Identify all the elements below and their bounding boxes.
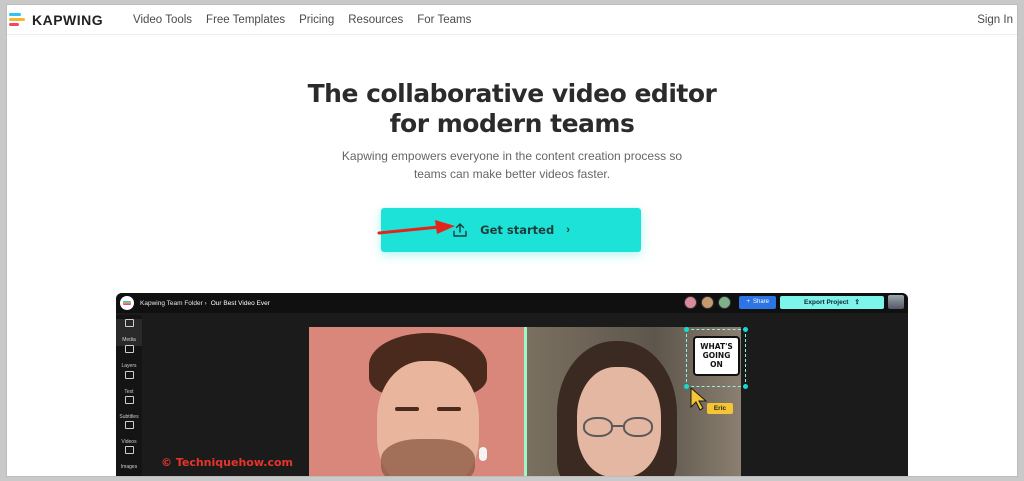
kapwing-logo-icon (9, 12, 27, 27)
nav-link-for-teams[interactable]: For Teams (417, 14, 471, 26)
nav-link-free-templates[interactable]: Free Templates (206, 14, 285, 26)
text-icon (124, 371, 134, 379)
share-label: Share (752, 299, 769, 305)
user-thumbnail[interactable] (888, 295, 904, 309)
collaborator-cursor-label: Eric (707, 403, 733, 414)
nav-link-video-tools[interactable]: Video Tools (133, 14, 192, 26)
editor-actions: + Share Export Project ⇪ (680, 295, 904, 309)
images-icon (124, 446, 134, 454)
browser-frame: KAPWING Video Tools Free Templates Prici… (6, 4, 1018, 477)
export-label: Export Project (804, 298, 849, 306)
layers-icon (124, 345, 134, 353)
red-arrow-icon (377, 220, 455, 235)
hero-subtitle: Kapwing empowers everyone in the content… (7, 147, 1017, 183)
resize-handle[interactable] (743, 327, 748, 332)
resize-handle[interactable] (684, 384, 689, 389)
media-icon (124, 319, 134, 327)
pointer-cursor-icon (690, 387, 708, 411)
editor-sidebar: Media Layers Text Subtitles Videos Image… (116, 315, 142, 476)
hero-subtitle-line2: teams can make better videos faster. (413, 167, 611, 181)
hero-title: The collaborative video editor for moder… (7, 79, 1017, 139)
add-user-icon: + (746, 299, 750, 305)
earbud (479, 447, 487, 461)
export-icon: ⇪ (854, 299, 860, 306)
glasses (583, 417, 657, 437)
share-button[interactable]: + Share (739, 295, 776, 309)
subtitles-icon (124, 396, 134, 404)
sidebar-item-layers[interactable]: Layers (116, 345, 142, 372)
sign-in-link[interactable]: Sign In (977, 14, 1013, 26)
speech-bubble-sticker: WHAT'S GOING ON (693, 336, 740, 376)
text-sticker-selection[interactable]: WHAT'S GOING ON (684, 327, 748, 389)
editor-preview: Kapwing Team Folder › Our Best Video Eve… (116, 293, 908, 476)
sidebar-item-subtitles[interactable]: Subtitles (116, 396, 142, 423)
editor-top-bar: Kapwing Team Folder › Our Best Video Eve… (116, 293, 908, 313)
resize-handle[interactable] (743, 384, 748, 389)
videos-icon (124, 421, 134, 429)
watermark-text: © Techniquehow.com (161, 456, 294, 469)
video-clip-left[interactable] (309, 327, 525, 476)
export-project-button[interactable]: Export Project ⇪ (780, 295, 884, 309)
sidebar-item-images[interactable]: Images (116, 446, 142, 473)
get-started-label: Get started (480, 223, 555, 237)
top-navigation: KAPWING Video Tools Free Templates Prici… (7, 5, 1017, 35)
team-logo-icon (120, 296, 134, 310)
hero-title-line1: The collaborative video editor (307, 79, 717, 108)
nav-link-resources[interactable]: Resources (348, 14, 403, 26)
sidebar-item-text[interactable]: Text (116, 371, 142, 398)
kapwing-logo[interactable]: KAPWING (9, 12, 119, 28)
sidebar-item-videos[interactable]: Videos (116, 421, 142, 448)
collaborator-avatar (684, 295, 698, 309)
sidebar-item-media[interactable]: Media (116, 319, 142, 346)
breadcrumb-project: Our Best Video Ever (210, 299, 270, 307)
chevron-right-icon: › (566, 224, 570, 236)
collaborator-avatar (718, 295, 732, 309)
hero-subtitle-line1: Kapwing empowers everyone in the content… (341, 149, 683, 163)
nav-links: Video Tools Free Templates Pricing Resou… (133, 14, 485, 26)
resize-handle[interactable] (684, 327, 689, 332)
nav-link-pricing[interactable]: Pricing (299, 14, 334, 26)
hero-title-line2: for modern teams (389, 109, 635, 138)
breadcrumb-team-folder[interactable]: Kapwing Team Folder › (140, 300, 207, 307)
collaborator-avatar (701, 295, 715, 309)
brand-name: KAPWING (32, 11, 104, 28)
